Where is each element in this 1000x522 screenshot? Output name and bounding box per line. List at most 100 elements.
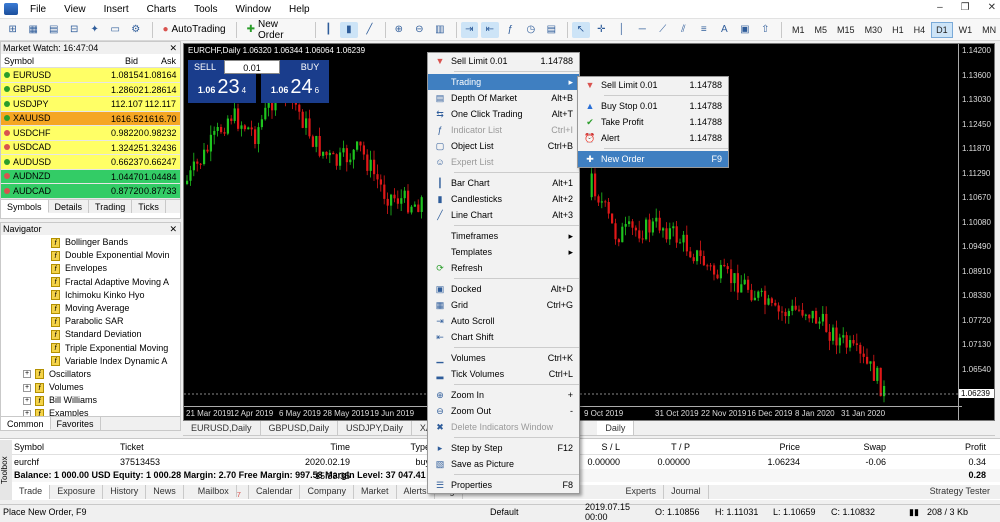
trendline-icon[interactable]: ⟋ [654, 22, 672, 38]
strategy-tester-tab[interactable]: Strategy Tester [923, 485, 1000, 499]
col-time[interactable]: Time [270, 439, 350, 454]
menu-item-refresh[interactable]: ⟳ Refresh [428, 260, 579, 276]
restore-icon[interactable]: ❐ [961, 2, 970, 13]
menu-item-zoom-out[interactable]: ⊖ Zoom Out - [428, 403, 579, 419]
navigator-folder[interactable]: + f Examples [1, 407, 180, 416]
menu-item-candlesticks[interactable]: ▮ Candlesticks Alt+2 [428, 191, 579, 207]
menu-item-one-click-trading[interactable]: ⇆ One Click Trading Alt+T [428, 106, 579, 122]
chart-tab-usdjpy[interactable]: USDJPY,Daily [338, 421, 412, 435]
timeframe-m30[interactable]: M30 [861, 23, 887, 37]
channel-icon[interactable]: ⫽ [675, 22, 693, 38]
header-symbol[interactable]: Symbol [1, 54, 111, 67]
menu-item-trading[interactable]: Trading ▸ [428, 74, 579, 90]
timeframe-m1[interactable]: M1 [788, 23, 809, 37]
submenu-item-alert[interactable]: ⏰ Alert 1.14788 [578, 130, 728, 146]
timeframe-w1[interactable]: W1 [955, 23, 977, 37]
timeframe-m5[interactable]: M5 [811, 23, 832, 37]
close-icon[interactable]: ✕ [169, 223, 180, 235]
market-watch-row[interactable]: USDCAD 1.32425 1.32436 [1, 140, 180, 155]
menu-item-bar-chart[interactable]: ┃ Bar Chart Alt+1 [428, 175, 579, 191]
menu-item-expert-list[interactable]: ☺ Expert List [428, 154, 579, 170]
menu-item-save-as-picture[interactable]: ▧ Save as Picture [428, 456, 579, 472]
candlestick-icon[interactable]: ▮ [340, 21, 358, 38]
tab-details[interactable]: Details [49, 199, 90, 213]
cursor-icon[interactable]: ↖ [572, 21, 590, 38]
market-watch-row[interactable]: USDJPY 112.107 112.117 [1, 97, 180, 112]
navigator-folder[interactable]: + f Volumes [1, 381, 180, 394]
navigator-item[interactable]: f Bollinger Bands [1, 236, 180, 249]
tab-symbols[interactable]: Symbols [1, 199, 49, 213]
col-price[interactable]: Price [690, 439, 800, 454]
tab-trade[interactable]: Trade [12, 485, 51, 499]
menu-item-object-list[interactable]: ▢ Object List Ctrl+B [428, 138, 579, 154]
menu-item-depth-of-market[interactable]: ▤ Depth Of Market Alt+B [428, 90, 579, 106]
vertical-line-icon[interactable]: │ [613, 22, 631, 38]
tab-trading[interactable]: Trading [89, 199, 133, 213]
crosshair-icon[interactable]: ✛ [593, 22, 611, 38]
market-watch-row[interactable]: XAUUSD 1616.52 1616.70 [1, 111, 180, 126]
tab-journal[interactable]: Journal [664, 485, 709, 499]
tester-icon[interactable]: ⚙ [127, 22, 145, 38]
header-bid[interactable]: Bid [111, 54, 144, 67]
timeframe-d1[interactable]: D1 [931, 21, 953, 38]
menu-window[interactable]: Window [231, 4, 285, 15]
tile-windows-icon[interactable]: ▥ [431, 22, 449, 38]
sell-button[interactable]: SELL [188, 60, 222, 74]
fibo-icon[interactable]: ≡ [695, 22, 713, 38]
text-icon[interactable]: A [716, 22, 734, 38]
submenu-item-sell-limit-0-01[interactable]: ▼ Sell Limit 0.01 1.14788 [578, 77, 728, 93]
menu-item-line-chart[interactable]: ╱ Line Chart Alt+3 [428, 207, 579, 223]
arrows-icon[interactable]: ⇧ [757, 22, 775, 38]
menu-charts[interactable]: Charts [143, 4, 190, 15]
templates-icon[interactable]: ▤ [543, 22, 561, 38]
navigator-item[interactable]: f Triple Exponential Moving [1, 342, 180, 355]
col-symbol[interactable]: Symbol [14, 439, 120, 454]
market-watch-row[interactable]: USDCHF 0.98220 0.98232 [1, 126, 180, 141]
menu-item-sell-limit-0-01[interactable]: ▼ Sell Limit 0.01 1.14788 [428, 53, 579, 69]
navigator-item[interactable]: f Double Exponential Movin [1, 249, 180, 262]
navigator-icon[interactable]: ✦ [86, 22, 104, 38]
buy-button[interactable]: BUY [292, 60, 328, 74]
menu-item-timeframes[interactable]: Timeframes ▸ [428, 228, 579, 244]
menu-item-templates[interactable]: Templates ▸ [428, 244, 579, 260]
menu-help[interactable]: Help [285, 4, 324, 15]
expand-icon[interactable]: + [23, 370, 31, 379]
submenu-item-new-order[interactable]: ✚ New Order F9 [578, 151, 728, 167]
menu-item-grid[interactable]: ▦ Grid Ctrl+G [428, 297, 579, 313]
navigator-item[interactable]: f Fractal Adaptive Moving A [1, 276, 180, 289]
market-watch-row[interactable]: GBPUSD 1.28602 1.28614 [1, 82, 180, 97]
navigator-item[interactable]: f Envelopes [1, 262, 180, 275]
new-chart-icon[interactable]: ⊞ [4, 22, 22, 38]
tab-mailbox[interactable]: Mailbox 7 [184, 485, 249, 499]
profiles-icon[interactable]: ▦ [25, 22, 43, 38]
menu-item-properties[interactable]: ☰ Properties F8 [428, 477, 579, 493]
expand-icon[interactable]: + [23, 383, 31, 392]
new-order-button[interactable]: ✚ New Order [247, 19, 305, 41]
zoom-out-icon[interactable]: ⊖ [411, 22, 429, 38]
tab-favorites[interactable]: Favorites [51, 417, 101, 430]
lot-size-input[interactable]: 0.01 [224, 60, 280, 74]
data-window-icon[interactable]: ⊟ [66, 22, 84, 38]
menu-item-delete-indicators-window[interactable]: ✖ Delete Indicators Window [428, 419, 579, 435]
chart-tab-gbpusd[interactable]: GBPUSD,Daily [261, 421, 339, 435]
indicators-icon[interactable]: ƒ [502, 22, 520, 38]
timeframe-m15[interactable]: M15 [833, 23, 859, 37]
toolbox-label[interactable]: Toolbox [0, 440, 12, 500]
tab-market[interactable]: Market [354, 485, 397, 499]
timeframe-h4[interactable]: H4 [910, 23, 930, 37]
autotrading-button[interactable]: ● AutoTrading [162, 24, 225, 35]
menu-view[interactable]: View [60, 4, 100, 15]
minimize-icon[interactable]: – [937, 2, 943, 13]
terminal-icon[interactable]: ▭ [107, 22, 125, 38]
header-ask[interactable]: Ask [144, 54, 180, 67]
submenu-item-take-profit[interactable]: ✔ Take Profit 1.14788 [578, 114, 728, 130]
expand-icon[interactable]: + [23, 396, 31, 405]
menu-item-chart-shift[interactable]: ⇤ Chart Shift [428, 329, 579, 345]
col-ticket[interactable]: Ticket [120, 439, 270, 454]
close-icon[interactable]: ✕ [988, 2, 996, 13]
market-watch-row[interactable]: EURUSD 1.08154 1.08164 [1, 68, 180, 83]
periods-icon[interactable]: ◷ [522, 22, 540, 38]
menu-item-auto-scroll[interactable]: ⇥ Auto Scroll [428, 313, 579, 329]
tab-company[interactable]: Company [300, 485, 354, 499]
navigator-folder[interactable]: + f Bill Williams [1, 394, 180, 407]
